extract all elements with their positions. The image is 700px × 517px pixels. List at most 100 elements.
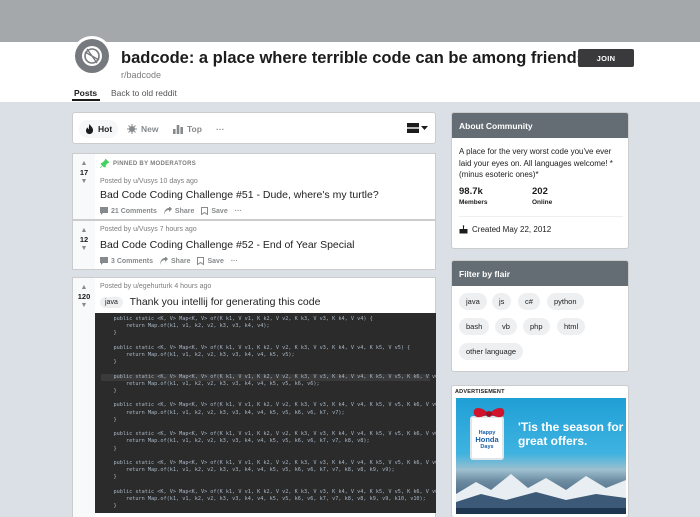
about-community-card: About Community A place for the very wor… [451,112,629,249]
created-date: Created May 22, 2012 [459,225,551,234]
vote-count: 120 [77,292,91,301]
post-title-row[interactable]: java Thank you intellij for generating t… [100,296,320,308]
code-line: public static <K, V> Map<K, V> of(K k1, … [101,344,411,351]
flair-bash[interactable]: bash [459,318,490,335]
sort-bar: Hot New Top ··· [72,112,436,144]
flair-java[interactable]: java [459,293,487,310]
save-button[interactable]: Save [201,207,228,215]
upvote-icon[interactable]: ▲ [73,284,95,292]
sort-top-label: Top [187,124,202,134]
tab-old-reddit[interactable]: Back to old reddit [111,88,177,98]
subreddit-avatar[interactable] [72,36,112,76]
sort-more-button[interactable]: ··· [210,120,231,138]
share-button[interactable]: Share [163,207,195,215]
downvote-icon[interactable]: ▼ [73,245,95,253]
members-count: 98.7k [459,186,483,197]
vote-widget: ▲ 17 ▼ [73,160,95,186]
code-line: return Map.of(k1, v1, k2, v2, k3, v3, k4… [101,380,320,387]
flair-heading: Filter by flair [452,261,628,286]
ad-banner[interactable]: Happy Honda Days 'Tis the season for gre… [456,398,626,514]
ribbon-bow-icon [473,408,505,418]
flair-js[interactable]: js [492,293,512,310]
flame-icon [86,124,94,134]
post-meta: Posted by u/egehurturk 4 hours ago [100,283,212,290]
post-title[interactable]: Bad Code Coding Challenge #51 - Dude, wh… [100,189,379,201]
tab-posts[interactable]: Posts [74,88,97,98]
caret-down-icon [421,125,428,130]
downvote-icon[interactable]: ▼ [73,302,95,310]
post-actions: 3 Comments Share Save ··· [100,257,245,265]
sort-hot-button[interactable]: Hot [79,120,119,138]
code-line: public static <K, V> Map<K, V> of(K k1, … [113,488,436,495]
join-button[interactable]: JOIN [578,49,634,67]
vote-column [73,278,95,517]
more-options-button[interactable]: ··· [231,258,238,265]
sort-new-button[interactable]: New [121,120,164,138]
online-count: 202 [532,186,548,197]
card-view-icon [407,123,419,133]
ad-label: ADVERTISEMENT [455,389,505,395]
comment-icon [100,207,108,215]
code-line: } [101,359,117,366]
pinned-label: PINNED BY MODERATORS [100,159,196,168]
divider [459,216,623,217]
flair-php[interactable]: php [523,318,550,335]
post-meta: Posted by u/Vusys 7 hours ago [100,226,197,233]
upvote-icon[interactable]: ▲ [73,160,95,168]
code-line: } [101,330,117,337]
code-line: public static <K, V> Map<K, V> of(K k1, … [101,316,373,322]
save-button[interactable]: Save [197,257,224,265]
save-label: Save [211,207,228,215]
code-line: public static <K, V> Map<K, V> of(K k1, … [113,431,436,438]
bar-chart-icon [173,125,183,134]
share-icon [160,257,169,265]
code-line: public static <K, V> Map<K, V> of(K k1, … [113,402,436,409]
brand-line2: Honda [475,435,499,444]
sort-top-button[interactable]: Top [167,120,208,138]
flair-other-language[interactable]: other language [459,343,524,360]
subreddit-banner [0,0,700,42]
flair-html[interactable]: html [557,318,586,335]
comments-button[interactable]: 21 Comments [100,207,157,215]
post-card-image[interactable]: ▲ 120 ▼ Posted by u/egehurturk 4 hours a… [72,277,436,517]
flair-csharp[interactable]: c# [518,293,540,310]
flair-python[interactable]: python [547,293,584,310]
online-label: Online [532,199,553,206]
post-card[interactable]: ▲ 12 ▼ Posted by u/Vusys 7 hours ago Bad… [72,220,436,270]
post-title: Thank you intellij for generating this c… [129,296,321,308]
post-meta: Posted by u/Vusys 10 days ago [100,178,198,185]
honda-logo: Happy Honda Days [470,408,505,460]
post-card-pinned[interactable]: ▲ 17 ▼ PINNED BY MODERATORS Posted by u/… [72,153,436,220]
share-button[interactable]: Share [160,257,190,265]
brand-line3: Days [480,444,494,450]
advertisement-card: ADVERTISEMENT Happy Honda Days 'Tis the … [451,385,629,517]
code-line: } [101,474,117,481]
brand-text: Happy Honda Days [472,430,502,450]
code-line: return Map.of(k1, v1, k2, v2, k3, v3, k4… [101,495,426,502]
code-line: return Map.of(k1, v1, k2, v2, k3, v3, k4… [101,438,370,445]
sort-new-label: New [141,124,159,134]
code-line: } [101,416,117,423]
comments-button[interactable]: 3 Comments [100,257,153,265]
post-title[interactable]: Bad Code Coding Challenge #52 - End of Y… [100,239,355,251]
code-line: return Map.of(k1, v1, k2, v2, k3, v3, k4… [101,409,345,416]
vote-count: 17 [79,168,89,177]
upvote-icon[interactable]: ▲ [73,227,95,235]
code-screenshot[interactable]: public static <K, V> Map<K, V> of(K k1, … [95,313,436,513]
code-line: return Map.of(k1, v1, k2, v2, k3, v3, k4… [101,323,270,330]
post-flair[interactable]: java [100,296,123,308]
active-tab-indicator [72,99,100,101]
view-toggle-button[interactable] [407,123,428,133]
page-title: badcode: a place where terrible code can… [121,49,586,67]
vote-count: 12 [79,235,89,244]
comments-count: 3 Comments [111,257,154,265]
share-label: Share [174,207,195,215]
downvote-icon[interactable]: ▼ [73,178,95,186]
flair-vb[interactable]: vb [495,318,517,335]
pin-icon [100,159,109,168]
more-options-button[interactable]: ··· [235,208,242,215]
